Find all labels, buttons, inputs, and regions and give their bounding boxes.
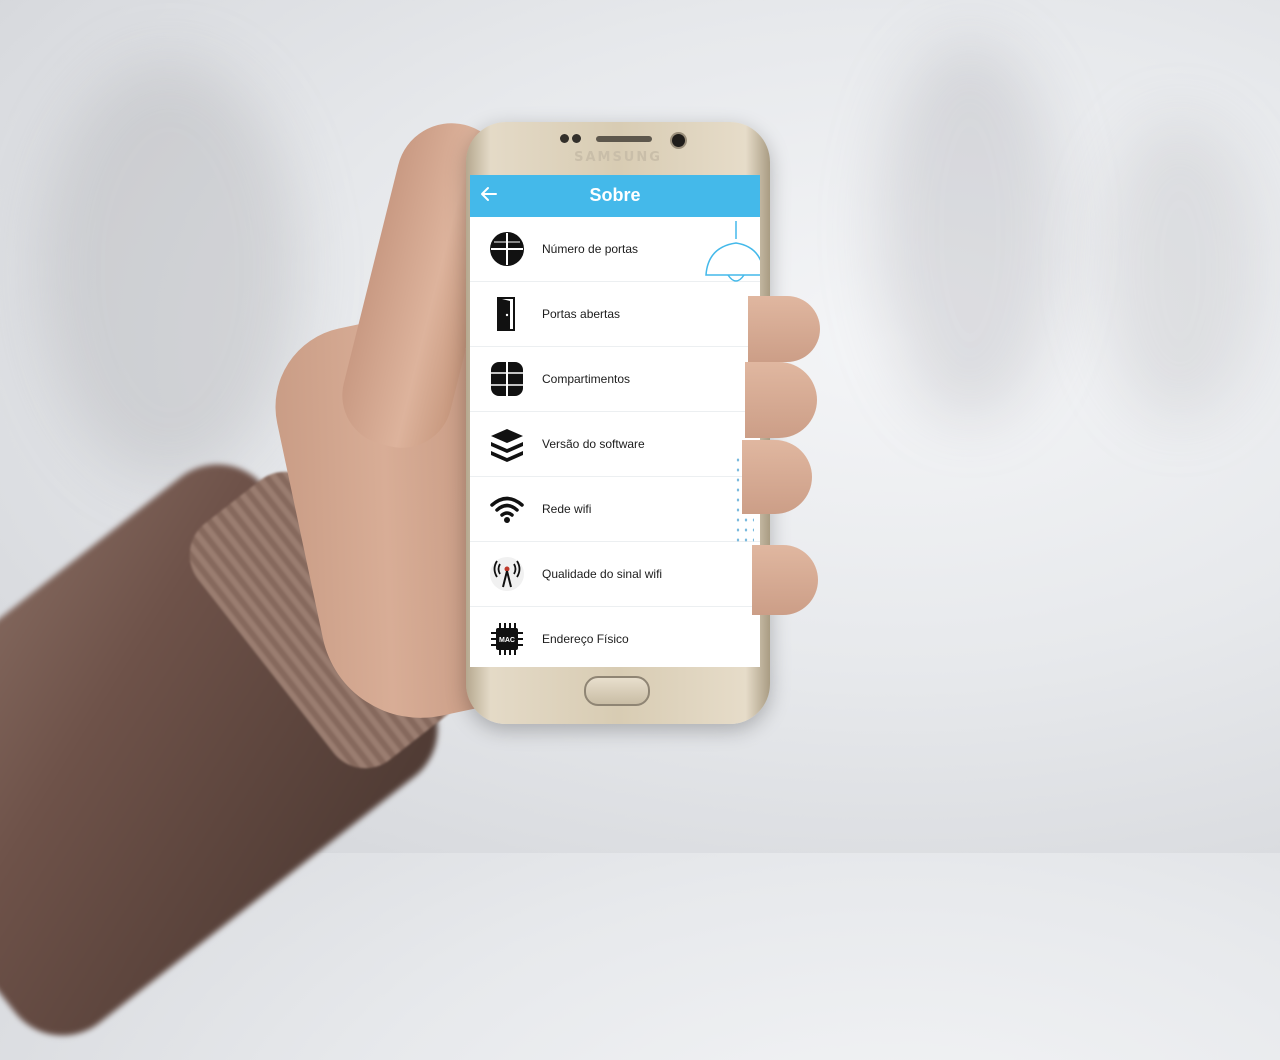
list-item-software-version[interactable]: Versão do software — [470, 412, 760, 477]
list-item-wifi-signal-quality[interactable]: Qualidade do sinal wifi — [470, 542, 760, 607]
grid-door-icon — [488, 230, 526, 268]
list-item-label: Compartimentos — [542, 372, 631, 386]
list-item-label: Rede wifi — [542, 502, 592, 516]
chip-label: MAC — [499, 637, 515, 644]
list-item-open-doors[interactable]: Portas abertas — [470, 282, 760, 347]
list-item-label: Endereço Físico — [542, 632, 629, 646]
page-title: Sobre — [589, 185, 641, 205]
list-item-label: Qualidade do sinal wifi — [542, 567, 663, 581]
wifi-icon — [488, 490, 526, 528]
proximity-sensor — [560, 134, 569, 143]
app-bar: Sobre — [470, 175, 760, 217]
background-blur — [1100, 120, 1260, 420]
signal-tower-icon — [488, 555, 526, 593]
mac-chip-icon: MAC — [488, 620, 526, 658]
layers-icon — [488, 425, 526, 463]
hand-finger — [748, 296, 820, 362]
list-item-label: Número de portas — [542, 242, 639, 256]
front-camera — [672, 134, 685, 147]
about-list: Número de portas Portas abertas Comparti… — [470, 217, 760, 667]
app-screen: Sobre Número de portas Portas abertas Co… — [470, 175, 760, 667]
home-button[interactable] — [584, 676, 650, 706]
compartments-icon — [488, 360, 526, 398]
earpiece-speaker — [596, 136, 652, 142]
list-item-label: Portas abertas — [542, 307, 621, 321]
list-item-label: Versão do software — [542, 437, 645, 451]
list-item-wifi-network[interactable]: Rede wifi — [470, 477, 760, 542]
hand-finger — [742, 440, 812, 514]
hand-finger — [745, 362, 817, 438]
open-door-icon — [488, 295, 526, 333]
proximity-sensor — [572, 134, 581, 143]
background-blur — [880, 40, 1060, 420]
device-brand: SAMSUNG — [574, 150, 662, 165]
list-item-number-of-doors[interactable]: Número de portas — [470, 217, 760, 282]
background-blur — [40, 60, 300, 480]
list-item-physical-address[interactable]: MAC Endereço Físico — [470, 607, 760, 667]
hand-finger — [752, 545, 818, 615]
list-item-compartments[interactable]: Compartimentos — [470, 347, 760, 412]
